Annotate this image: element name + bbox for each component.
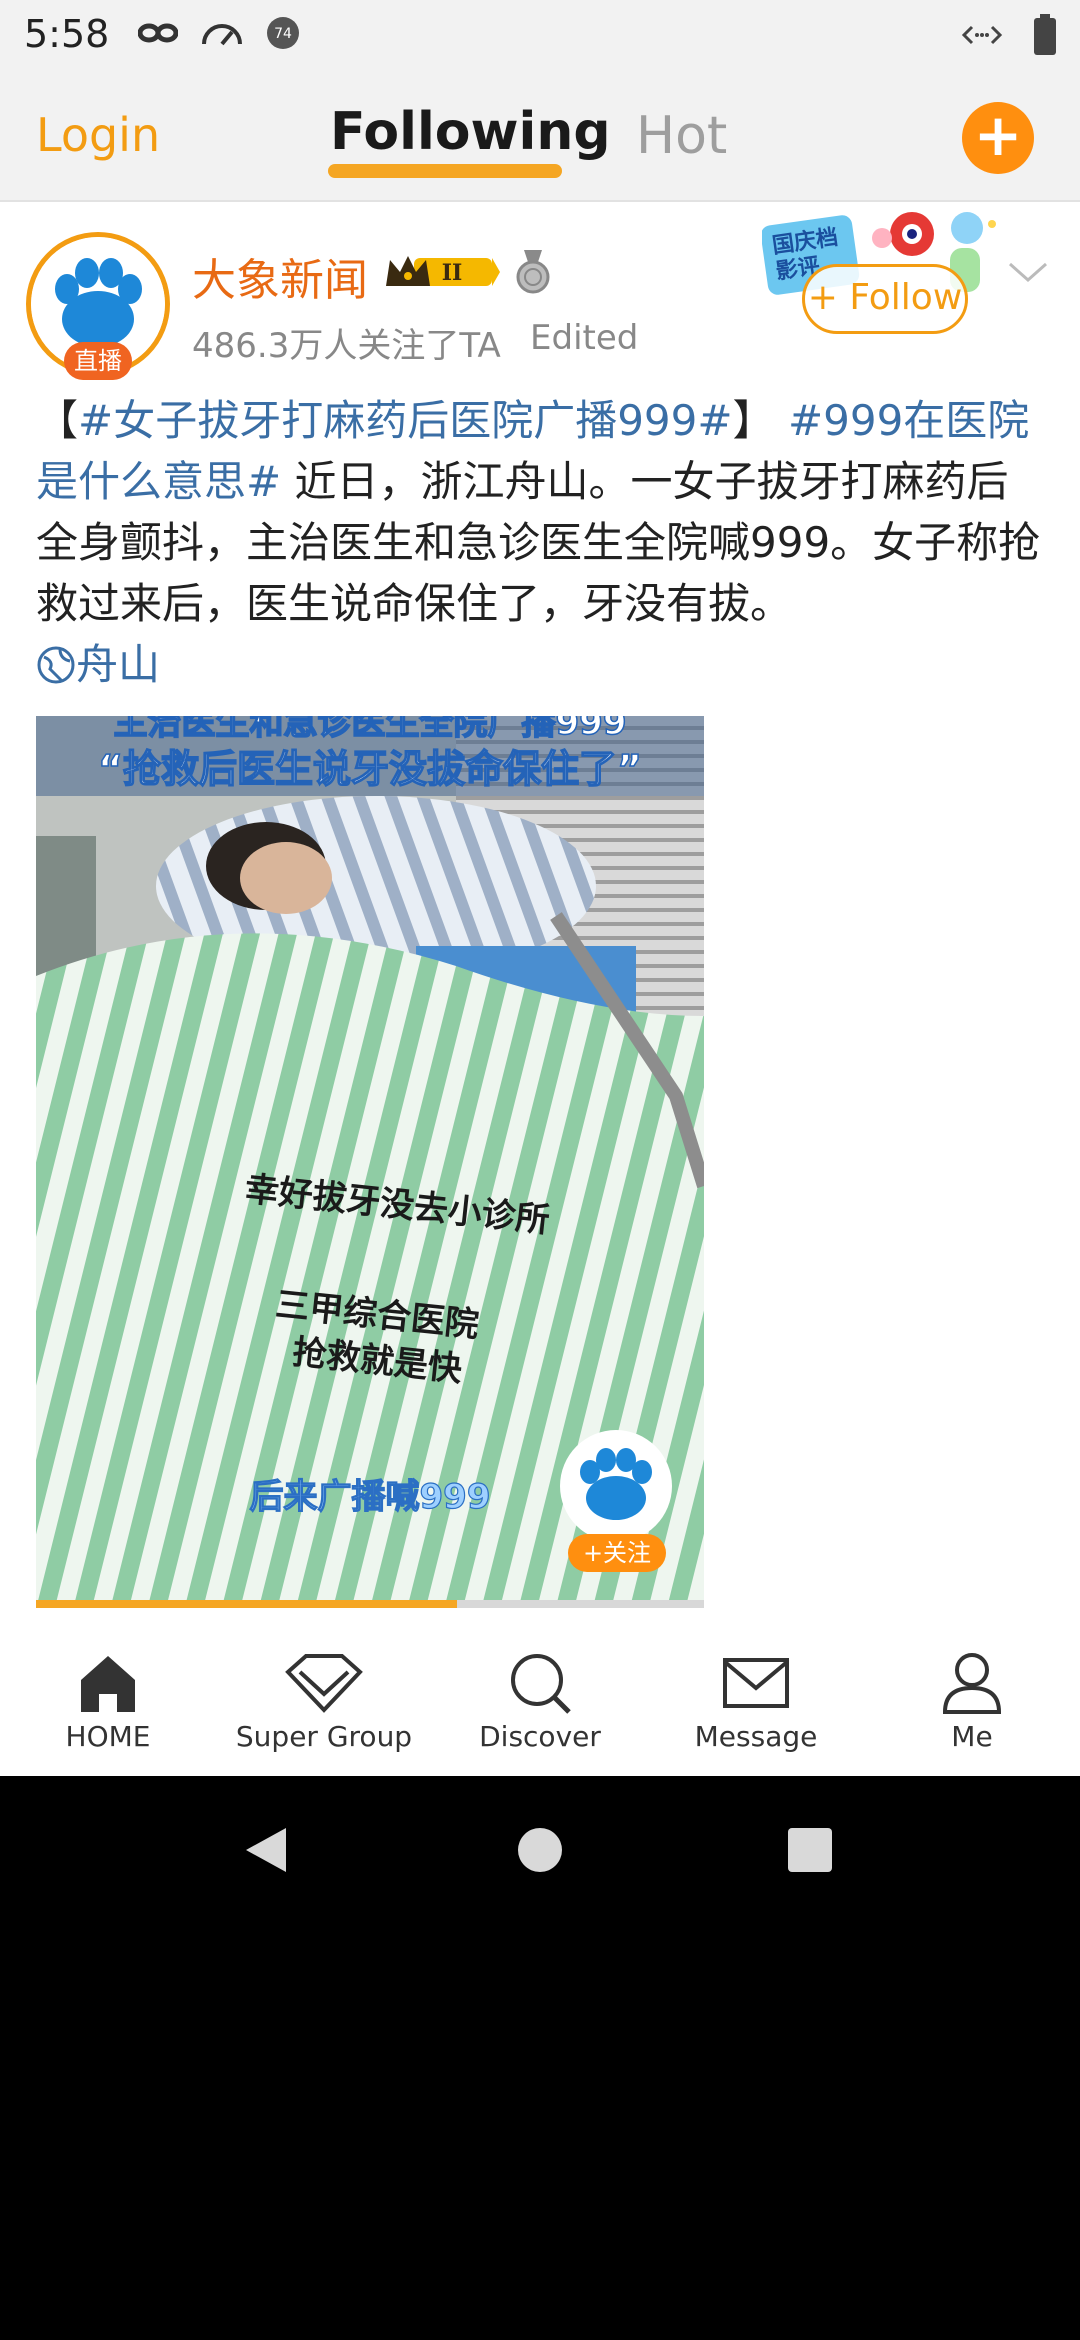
- notification-count-icon: 74: [267, 17, 299, 49]
- follow-button[interactable]: + Follow: [802, 264, 968, 334]
- envelope-icon: [723, 1658, 789, 1708]
- nav-me[interactable]: Me: [864, 1650, 1080, 1753]
- video-caption-top2: “抢救后医生说牙没拔命保住了”: [98, 747, 642, 791]
- edited-label: Edited: [530, 318, 639, 358]
- notification-count: 74: [274, 26, 292, 42]
- battery-icon: [1034, 14, 1056, 55]
- recents-icon[interactable]: [786, 1826, 834, 1874]
- vip-crown-icon: II: [386, 256, 500, 286]
- nav-message-label: Message: [694, 1720, 818, 1753]
- nav-home-label: HOME: [65, 1720, 151, 1753]
- medal-icon: [516, 250, 550, 294]
- search-icon: [511, 1654, 571, 1714]
- tab-following[interactable]: Following: [330, 102, 611, 162]
- nav-message[interactable]: Message: [648, 1650, 864, 1753]
- data-arrows-icon: [961, 25, 1003, 45]
- infinity-icon: [138, 23, 178, 43]
- nav-home[interactable]: HOME: [0, 1650, 216, 1753]
- status-bar: 5:58 74: [0, 0, 1080, 72]
- diamond-icon: [285, 1654, 363, 1713]
- video-frame: 主治医生和急诊医生全院广播999 “抢救后医生说牙没拔命保住了” 幸好拔牙没去小…: [36, 716, 704, 1608]
- nav-discover[interactable]: Discover: [432, 1650, 648, 1753]
- back-icon[interactable]: [240, 1824, 292, 1876]
- video-progress-fill: [36, 1600, 457, 1608]
- nav-super-group[interactable]: Super Group: [216, 1650, 432, 1753]
- home-circle-icon[interactable]: [516, 1826, 564, 1874]
- top-nav: Login Following Hot +: [0, 72, 1080, 202]
- video-caption-bottom: 后来广播喊999: [250, 1477, 491, 1517]
- level-badge: II: [442, 260, 463, 286]
- post-video[interactable]: 主治医生和急诊医生全院广播999 “抢救后医生说牙没拔命保住了” 幸好拔牙没去小…: [36, 716, 704, 1608]
- home-icon: [81, 1656, 135, 1712]
- system-nav-bar: [0, 1776, 1080, 1920]
- nav-me-label: Me: [951, 1720, 993, 1753]
- post-text: 【#女子拔牙打麻药后医院广播999#】 #999在医院是什么意思# 近日，浙江舟…: [36, 390, 1046, 695]
- status-icons-left: 74: [138, 16, 300, 50]
- status-icons-right: [960, 14, 1058, 56]
- weibo-app: 5:58 74 Login Following Hot + 直播 大象新闻 II…: [0, 0, 1080, 1776]
- hashtag-link[interactable]: #女子拔牙打麻药后医院广播999#: [78, 396, 733, 445]
- compose-button[interactable]: +: [962, 102, 1034, 174]
- live-badge: 直播: [64, 342, 132, 380]
- person-icon: [942, 1653, 1002, 1714]
- bracket-close: 】: [732, 396, 775, 445]
- tab-hot[interactable]: Hot: [636, 106, 727, 166]
- bottom-nav: HOME Super Group Discover Message Me: [0, 1622, 1080, 1776]
- nav-super-group-label: Super Group: [235, 1720, 413, 1753]
- follower-count: 486.3万人关注了TA: [192, 326, 501, 366]
- nav-discover-label: Discover: [479, 1720, 601, 1753]
- bracket-open: 【: [36, 396, 79, 445]
- author-name[interactable]: 大象新闻: [192, 244, 368, 308]
- globe-icon: [37, 646, 75, 684]
- speedometer-icon: [202, 24, 242, 46]
- location-name: 舟山: [76, 640, 161, 689]
- chevron-down-icon[interactable]: [1006, 258, 1050, 288]
- active-tab-indicator: [328, 164, 562, 178]
- video-follow-overlay: +关注: [583, 1539, 651, 1567]
- video-caption-top1: 主治医生和急诊医生全院广播999: [114, 716, 627, 743]
- location-link[interactable]: 舟山: [36, 640, 160, 689]
- login-link[interactable]: Login: [36, 108, 160, 162]
- status-time: 5:58: [24, 12, 110, 56]
